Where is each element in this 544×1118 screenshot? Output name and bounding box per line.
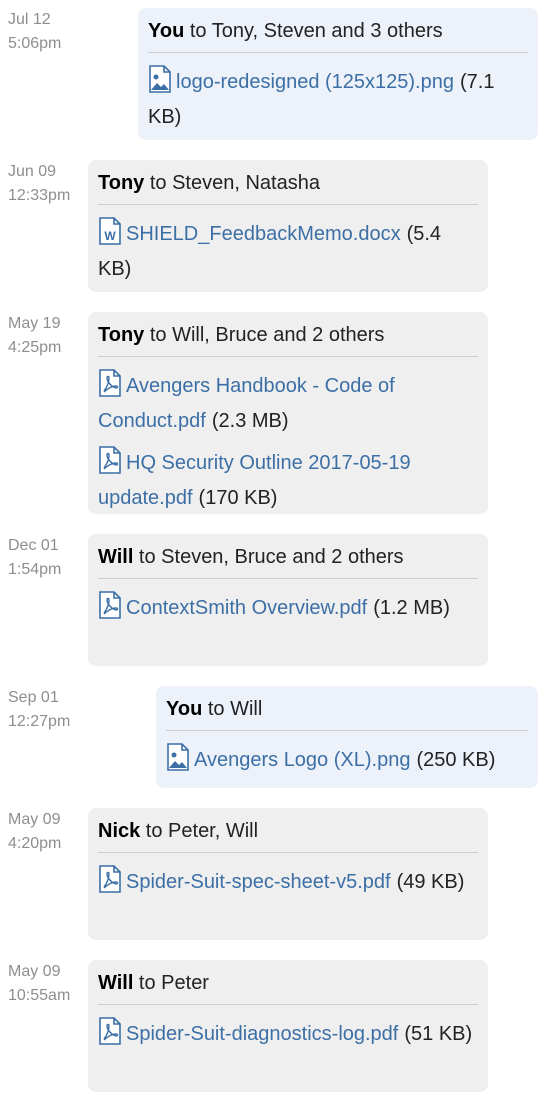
message-date: Dec 01 [8,537,59,554]
sender-name: Tony [98,172,145,194]
message-time: 4:20pm [8,835,62,852]
sender-name: Nick [98,820,141,842]
attachment-size: (49 KB) [396,871,465,893]
recipients-text: to Steven, Natasha [144,172,320,194]
message-bubble[interactable]: Tony to Will, Bruce and 2 others Avenger… [88,312,488,514]
recipients-text: to Tony, Steven and 3 others [184,20,443,42]
message-header: Tony to Will, Bruce and 2 others [98,322,478,357]
attachment-item: W SHIELD_FeedbackMemo.docx (5.4 KB) [98,217,478,284]
attachment-link[interactable]: SHIELD_FeedbackMemo.docx [126,223,401,245]
word-file-icon: W [98,217,122,254]
attachment-size: (1.2 MB) [373,597,450,619]
message-time: 10:55am [8,987,71,1004]
attachment-link[interactable]: logo-redesigned (125x125).png [176,71,454,93]
attachment-item: HQ Security Outline 2017-05-19 update.pd… [98,446,478,513]
sender-name: Tony [98,324,145,346]
message-header: Nick to Peter, Will [98,818,478,853]
message-header: Tony to Steven, Natasha [98,170,478,205]
attachment-size: (250 KB) [416,749,496,771]
message-bubble[interactable]: Nick to Peter, Will Spider-Suit-spec-she… [88,808,488,940]
message-date: Jun 09 [8,163,57,180]
recipients-text: to Peter, Will [140,820,259,842]
message-header: You to Tony, Steven and 3 others [148,18,528,53]
image-file-icon [166,743,190,780]
sender-name: Will [98,546,134,568]
sender-name: Will [98,972,134,994]
pdf-file-icon [98,369,122,406]
attachment-size: (51 KB) [404,1023,473,1045]
sender-name: You [166,698,203,720]
attachment-size: (170 KB) [198,487,278,509]
sender-name: You [148,20,185,42]
message-bubble[interactable]: Will to Peter Spider-Suit-diagnostics-lo… [88,960,488,1092]
message-bubble[interactable]: Tony to Steven, Natasha W SHIELD_Feedback… [88,160,488,292]
pdf-file-icon [98,446,122,483]
message-date: Sep 01 [8,689,59,706]
message-header: You to Will [166,696,528,731]
attachment-link[interactable]: ContextSmith Overview.pdf [126,597,367,619]
attachment-item: ContextSmith Overview.pdf (1.2 MB) [98,591,478,628]
pdf-file-icon [98,1017,122,1054]
message-bubble[interactable]: You to Tony, Steven and 3 others logo-re… [138,8,538,140]
attachment-item: Avengers Logo (XL).png (250 KB) [166,743,528,780]
message-date: Jul 12 [8,11,51,28]
pdf-file-icon [98,865,122,902]
timestamp: Jun 09 12:33pm [8,160,70,208]
message-time: 5:06pm [8,35,62,52]
timestamp: May 09 10:55am [8,960,70,1008]
recipients-text: to Steven, Bruce and 2 others [133,546,404,568]
attachment-item: logo-redesigned (125x125).png (7.1 KB) [148,65,528,132]
message-time: 4:25pm [8,339,62,356]
image-file-icon [148,65,172,102]
message-bubble[interactable]: Will to Steven, Bruce and 2 others Conte… [88,534,488,666]
timestamp: May 09 4:20pm [8,808,61,856]
message-time: 12:33pm [8,187,71,204]
timestamp: Sep 01 12:27pm [8,686,70,734]
message-bubble[interactable]: You to Will Avengers Logo (XL).png (250 K… [156,686,538,788]
timestamp: Dec 01 1:54pm [8,534,61,582]
recipients-text: to Peter [133,972,209,994]
recipients-text: to Will [202,698,263,720]
timestamp: Jul 12 5:06pm [8,8,61,56]
pdf-file-icon [98,591,122,628]
attachment-item: Spider-Suit-diagnostics-log.pdf (51 KB) [98,1017,478,1054]
attachment-link[interactable]: Spider-Suit-spec-sheet-v5.pdf [126,871,391,893]
timestamp: May 19 4:25pm [8,312,61,360]
message-time: 1:54pm [8,561,62,578]
attachment-link[interactable]: Avengers Logo (XL).png [194,749,410,771]
svg-text:W: W [104,229,116,243]
attachment-item: Spider-Suit-spec-sheet-v5.pdf (49 KB) [98,865,478,902]
message-date: May 09 [8,811,61,828]
message-time: 12:27pm [8,713,71,730]
message-header: Will to Steven, Bruce and 2 others [98,544,478,579]
message-date: May 19 [8,315,61,332]
message-date: May 09 [8,963,61,980]
recipients-text: to Will, Bruce and 2 others [144,324,385,346]
attachment-link[interactable]: Spider-Suit-diagnostics-log.pdf [126,1023,398,1045]
message-header: Will to Peter [98,970,478,1005]
attachment-item: Avengers Handbook - Code of Conduct.pdf(… [98,369,478,436]
attachment-size: (2.3 MB) [211,410,289,432]
